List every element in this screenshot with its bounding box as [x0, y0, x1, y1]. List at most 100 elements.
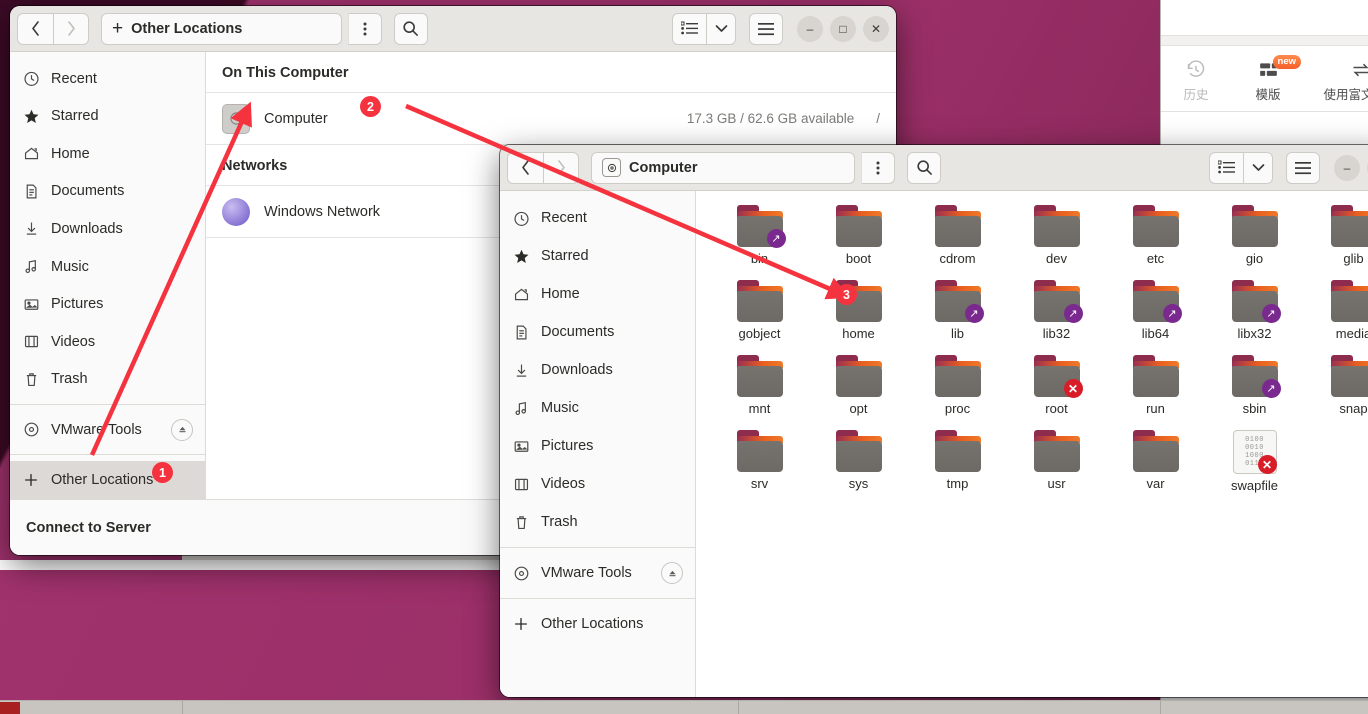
eject-button[interactable] [171, 418, 193, 441]
file-item[interactable]: ↗ lib32 [1007, 280, 1106, 355]
clock-icon [22, 70, 40, 88]
file-name: swapfile [1231, 478, 1278, 493]
forward-button[interactable] [53, 12, 89, 45]
window1-headerbar: + Other Locations – □ ✕ [10, 6, 896, 52]
file-item[interactable]: ✕ root [1007, 355, 1106, 430]
file-item[interactable]: ↗ lib64 [1106, 280, 1205, 355]
file-item[interactable]: usr [1007, 430, 1106, 505]
switch-icon [1353, 63, 1368, 77]
sidebar-item-music[interactable]: Music [500, 389, 695, 427]
file-item[interactable]: ↗ sbin [1205, 355, 1304, 430]
sidebar-item-other-locations[interactable]: Other Locations [500, 605, 695, 643]
sidebar-item-starred[interactable]: Starred [500, 237, 695, 275]
file-name: lib [950, 326, 964, 341]
forward-button[interactable] [543, 151, 579, 184]
folder-icon: ↗ [1230, 355, 1281, 398]
place-name: Computer [264, 110, 328, 127]
sidebar-item-videos[interactable]: Videos [500, 465, 695, 503]
sidebar-item-music[interactable]: Music [10, 248, 205, 286]
sidebar-item-documents[interactable]: Documents [500, 313, 695, 351]
folder-icon [1230, 205, 1280, 247]
close-button[interactable]: ✕ [863, 15, 889, 42]
window1-main-menu-button[interactable] [749, 12, 783, 45]
sidebar-item-home[interactable]: Home [10, 135, 205, 173]
sidebar-item-trash[interactable]: Trash [500, 503, 695, 541]
file-item[interactable]: var [1106, 430, 1205, 505]
sidebar-item-recent[interactable]: Recent [10, 60, 205, 98]
window1-pathbar[interactable]: + Other Locations [101, 12, 342, 45]
maximize-button[interactable]: □ [830, 15, 856, 42]
file-item[interactable]: ↗ bin [710, 205, 809, 280]
right-app-toolbar: 历史 new 模版 使用富文本编 [1161, 46, 1368, 112]
sidebar-item-trash[interactable]: Trash [10, 360, 205, 398]
window1-list-view-button[interactable] [672, 12, 706, 45]
sidebar-item-pictures[interactable]: Pictures [500, 427, 695, 465]
file-name: home [842, 326, 875, 341]
sidebar-item-pictures[interactable]: Pictures [10, 285, 205, 323]
back-button[interactable] [17, 12, 53, 45]
sidebar-item-label: Pictures [51, 296, 104, 313]
file-item[interactable]: ↗ libx32 [1205, 280, 1304, 355]
file-item[interactable]: tmp [908, 430, 1007, 505]
sidebar-item-vmware-tools[interactable]: VMware Tools [10, 411, 205, 449]
template-button[interactable]: new 模版 [1241, 55, 1301, 103]
disk-space: 17.3 GB / 62.6 GB available [686, 111, 855, 126]
sidebar-item-downloads[interactable]: Downloads [10, 210, 205, 248]
rich-text-toggle-button[interactable]: 使用富文本编 [1313, 60, 1368, 103]
history-label: 历史 [1183, 88, 1209, 102]
sidebar-item-videos[interactable]: Videos [10, 323, 205, 361]
clock-icon [512, 209, 530, 227]
file-item[interactable]: mnt [710, 355, 809, 430]
hamburger-menu-icon [1295, 161, 1311, 174]
window1-view-dropdown-button[interactable] [706, 12, 736, 45]
nautilus-window-computer[interactable]: Computer – Recent Starred Home Documents… [500, 145, 1368, 697]
file-item[interactable]: ↗ lib [908, 280, 1007, 355]
history-button[interactable]: 历史 [1169, 60, 1223, 103]
file-item[interactable]: srv [710, 430, 809, 505]
file-item[interactable]: etc [1106, 205, 1205, 280]
sidebar-item-recent[interactable]: Recent [500, 199, 695, 237]
sidebar-item-home[interactable]: Home [500, 275, 695, 313]
file-item[interactable]: dev [1007, 205, 1106, 280]
window2-list-view-button[interactable] [1209, 151, 1243, 184]
file-item[interactable]: sys [809, 430, 908, 505]
document-icon [512, 323, 530, 341]
sidebar-item-label: Documents [51, 183, 125, 200]
file-item[interactable]: proc [908, 355, 1007, 430]
window1-title: Other Locations [131, 20, 243, 37]
file-item[interactable]: home [809, 280, 908, 355]
file-item[interactable]: glib [1304, 205, 1368, 280]
eject-button[interactable] [661, 562, 683, 584]
sidebar-item-vmware-tools[interactable]: VMware Tools [500, 554, 695, 592]
file-item[interactable]: run [1106, 355, 1205, 430]
window2-search-button[interactable] [907, 151, 941, 184]
file-item[interactable]: boot [809, 205, 908, 280]
file-item[interactable]: gobject [710, 280, 809, 355]
sidebar-item-documents[interactable]: Documents [10, 173, 205, 211]
folder-icon [1329, 280, 1368, 322]
file-item[interactable]: cdrom [908, 205, 1007, 280]
window1-options-button[interactable] [347, 12, 382, 45]
file-item[interactable]: 0100 0010 1000 0110 ✕ swapfile [1205, 430, 1304, 505]
window2-options-button[interactable] [861, 151, 895, 184]
music-note-icon [512, 399, 530, 417]
file-item[interactable]: snap [1304, 355, 1368, 430]
sidebar-item-other-locations[interactable]: Other Locations [10, 461, 205, 499]
file-item[interactable]: opt [809, 355, 908, 430]
window2-main-menu-button[interactable] [1286, 151, 1320, 184]
sidebar-item-starred[interactable]: Starred [10, 98, 205, 136]
window2-pathbar[interactable]: Computer [591, 151, 855, 184]
place-row-computer[interactable]: Computer 17.3 GB / 62.6 GB available / [206, 93, 896, 145]
minimize-button[interactable]: – [1334, 154, 1360, 181]
back-button[interactable] [507, 151, 543, 184]
symlink-emblem-icon: ↗ [1162, 304, 1182, 323]
window1-search-button[interactable] [393, 12, 428, 45]
minimize-button[interactable]: – [797, 15, 823, 42]
sidebar-item-downloads[interactable]: Downloads [500, 351, 695, 389]
window2-view-dropdown-button[interactable] [1243, 151, 1273, 184]
hamburger-menu-icon [758, 22, 774, 35]
file-item[interactable]: gio [1205, 205, 1304, 280]
chevron-down-icon [1252, 164, 1264, 171]
file-item[interactable]: media [1304, 280, 1368, 355]
sidebar-item-label: Recent [51, 70, 97, 87]
